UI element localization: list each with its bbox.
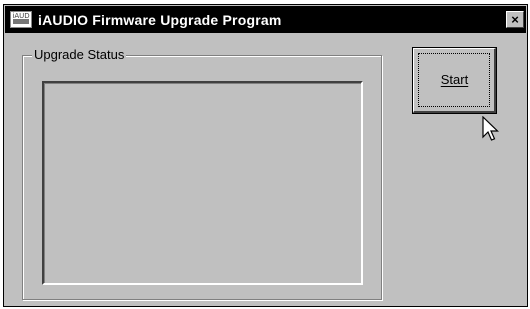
start-button-label: Start [440,72,469,87]
upgrade-status-label: Upgrade Status [32,47,127,63]
status-text [44,83,361,283]
app-icon: iAUD [10,11,32,28]
title-bar[interactable]: iAUD iAUDIO Firmware Upgrade Program × [5,6,526,33]
upgrade-status-group: Upgrade Status [22,47,382,300]
window-title: iAUDIO Firmware Upgrade Program [38,11,282,28]
status-display [42,81,363,285]
start-button[interactable]: Start [412,47,497,114]
mouse-pointer-icon [482,116,499,141]
close-icon: × [511,12,519,27]
app-window: iAUD iAUDIO Firmware Upgrade Program × U… [3,4,528,307]
app-icon-label: iAUD [12,12,30,20]
close-button[interactable]: × [506,11,524,28]
